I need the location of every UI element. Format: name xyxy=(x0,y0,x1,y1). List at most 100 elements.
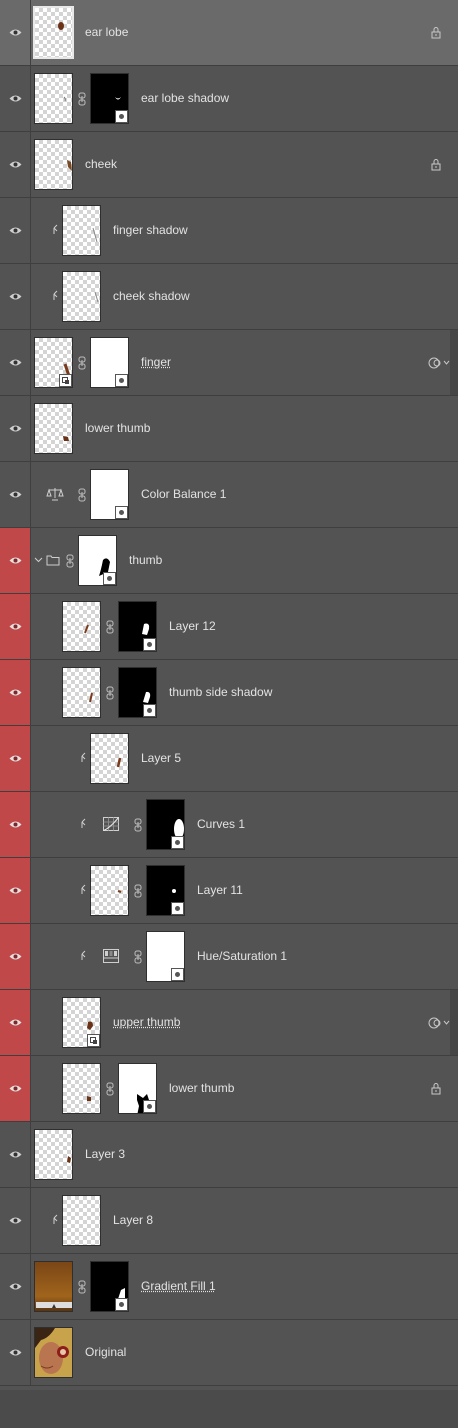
visibility-toggle[interactable] xyxy=(0,396,31,461)
layer-row[interactable]: thumb xyxy=(0,528,458,594)
layer-thumbnail[interactable] xyxy=(34,139,73,190)
layer-row[interactable]: cheek shadow xyxy=(0,264,458,557)
link-icon[interactable] xyxy=(134,950,142,964)
layer-name[interactable]: ear lobe xyxy=(85,0,128,65)
layer-mask-thumbnail[interactable] xyxy=(90,1261,129,1312)
scrollbar-track[interactable] xyxy=(450,330,458,395)
visibility-toggle[interactable] xyxy=(0,990,31,1055)
layer-name[interactable]: lower thumb xyxy=(169,1056,234,1121)
visibility-toggle[interactable] xyxy=(0,462,31,527)
layer-thumbnail[interactable] xyxy=(62,601,101,652)
layer-name[interactable]: Color Balance 1 xyxy=(141,462,226,527)
visibility-toggle[interactable] xyxy=(0,1188,31,1253)
layer-row[interactable]: Layer 5 xyxy=(0,726,458,792)
layer-thumbnail[interactable] xyxy=(62,1063,101,1114)
link-icon[interactable] xyxy=(78,488,86,502)
layer-name[interactable]: Original xyxy=(85,1320,126,1385)
photo-thumbnail[interactable] xyxy=(34,1327,73,1378)
hue-saturation-icon[interactable] xyxy=(102,948,120,964)
visibility-toggle[interactable] xyxy=(0,66,31,131)
visibility-toggle[interactable] xyxy=(0,924,31,989)
link-icon[interactable] xyxy=(134,884,142,898)
visibility-toggle[interactable] xyxy=(0,792,31,857)
smart-filter-icon[interactable] xyxy=(428,356,450,370)
layer-row[interactable]: ear lobe xyxy=(0,0,458,66)
layer-mask-thumbnail[interactable] xyxy=(118,601,157,652)
layer-thumbnail[interactable] xyxy=(34,337,73,388)
layer-mask-thumbnail[interactable] xyxy=(146,799,185,850)
color-balance-icon[interactable] xyxy=(46,486,64,502)
layer-mask-thumbnail[interactable] xyxy=(90,469,129,520)
layer-row[interactable]: Layer 3 xyxy=(0,1122,458,1188)
layer-row[interactable]: finger shadow xyxy=(0,198,458,264)
layer-row[interactable]: Layer 8 xyxy=(0,1188,458,1254)
chevron-down-icon[interactable] xyxy=(34,555,43,564)
layer-name[interactable]: thumb side shadow xyxy=(169,660,272,725)
layer-thumbnail[interactable] xyxy=(62,1195,101,1246)
layer-row[interactable]: Color Balance 1 xyxy=(0,462,458,528)
layer-row[interactable]: Layer 12 xyxy=(0,594,458,660)
visibility-toggle[interactable] xyxy=(0,1056,31,1121)
smart-filter-icon[interactable] xyxy=(428,1016,450,1030)
layer-name[interactable]: cheek shadow xyxy=(113,264,190,329)
visibility-toggle[interactable] xyxy=(0,1122,31,1187)
visibility-toggle[interactable] xyxy=(0,1320,31,1385)
visibility-toggle[interactable] xyxy=(0,0,31,65)
layer-mask-thumbnail[interactable] xyxy=(146,931,185,982)
layer-row[interactable]: Hue/Saturation 1 xyxy=(0,924,458,990)
visibility-toggle[interactable] xyxy=(0,132,31,197)
visibility-toggle[interactable] xyxy=(0,594,31,659)
layer-mask-thumbnail[interactable] xyxy=(118,667,157,718)
link-icon[interactable] xyxy=(106,1082,114,1096)
layer-name[interactable]: cheek xyxy=(85,132,117,197)
layer-thumbnail[interactable] xyxy=(62,667,101,718)
gradient-fill-thumbnail[interactable] xyxy=(34,1261,73,1312)
layer-name[interactable]: Layer 3 xyxy=(85,1122,125,1187)
layer-name[interactable]: finger xyxy=(141,330,171,395)
layer-name[interactable]: upper thumb xyxy=(113,990,180,1055)
layer-thumbnail[interactable] xyxy=(34,403,73,454)
layer-row[interactable]: Curves 1 xyxy=(0,792,458,858)
layer-row[interactable]: Layer 11 xyxy=(0,858,458,924)
link-icon[interactable] xyxy=(78,92,86,106)
layer-row[interactable]: Original xyxy=(0,1320,458,1386)
layer-name[interactable]: Curves 1 xyxy=(197,792,245,857)
layer-mask-thumbnail[interactable] xyxy=(90,337,129,388)
visibility-toggle[interactable] xyxy=(0,330,31,395)
layer-mask-thumbnail[interactable] xyxy=(78,535,117,586)
layer-thumbnail[interactable] xyxy=(90,865,129,916)
link-icon[interactable] xyxy=(66,554,74,568)
visibility-toggle[interactable] xyxy=(0,858,31,923)
visibility-toggle[interactable] xyxy=(0,726,31,791)
layer-thumbnail[interactable] xyxy=(90,733,129,784)
link-icon[interactable] xyxy=(106,686,114,700)
layer-name[interactable]: Layer 5 xyxy=(141,726,181,791)
layer-name[interactable]: lower thumb xyxy=(85,396,150,461)
layer-row[interactable]: finger xyxy=(0,330,458,396)
layer-thumbnail[interactable] xyxy=(62,271,101,322)
layer-row[interactable]: thumb side shadow xyxy=(0,660,458,726)
link-icon[interactable] xyxy=(134,818,142,832)
layer-row[interactable]: ear lobe shadow xyxy=(0,66,458,132)
visibility-toggle[interactable] xyxy=(0,264,31,329)
layer-mask-thumbnail[interactable] xyxy=(146,865,185,916)
visibility-toggle[interactable] xyxy=(0,198,31,263)
link-icon[interactable] xyxy=(106,620,114,634)
link-icon[interactable] xyxy=(78,1280,86,1294)
layer-thumbnail[interactable] xyxy=(33,6,74,59)
layer-name[interactable]: Layer 12 xyxy=(169,594,216,659)
link-icon[interactable] xyxy=(78,356,86,370)
layer-row[interactable]: lower thumb xyxy=(0,396,458,462)
visibility-toggle[interactable] xyxy=(0,1254,31,1319)
layer-name[interactable]: Hue/Saturation 1 xyxy=(197,924,287,989)
layer-name[interactable]: thumb xyxy=(129,528,162,593)
layer-name[interactable]: Layer 8 xyxy=(113,1188,153,1253)
layer-mask-thumbnail[interactable] xyxy=(90,73,129,124)
layer-name[interactable]: finger shadow xyxy=(113,198,188,263)
layer-row[interactable]: lower thumb xyxy=(0,1056,458,1122)
visibility-toggle[interactable] xyxy=(0,660,31,725)
layer-thumbnail[interactable] xyxy=(62,997,101,1048)
layer-row[interactable]: upper thumb xyxy=(0,990,458,1056)
layer-thumbnail[interactable] xyxy=(62,205,101,256)
scrollbar-track[interactable] xyxy=(450,990,458,1055)
